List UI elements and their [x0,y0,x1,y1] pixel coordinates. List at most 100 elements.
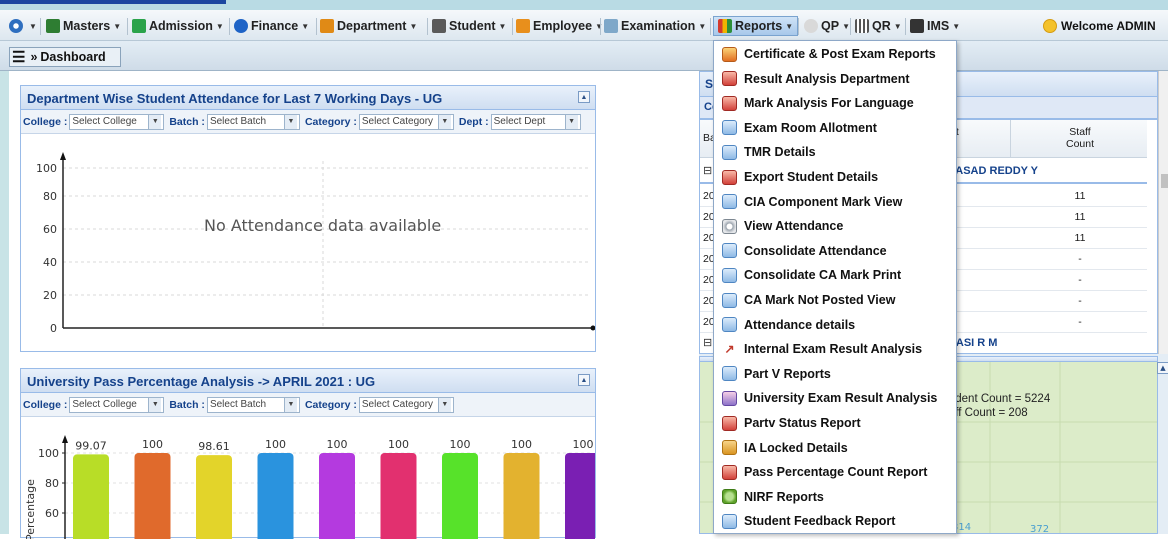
settings-menu[interactable]: ▼ [9,16,37,36]
collapse-icon[interactable]: ⊟ [703,164,712,177]
y-tick: 60 [45,507,59,520]
bar[interactable] [134,453,171,539]
row-staff-count: - [1078,274,1082,286]
bar[interactable] [257,453,294,539]
college-select[interactable]: Select College ▼ [69,396,165,413]
document-icon [722,292,737,308]
collapse-icon[interactable]: ▲ [578,91,590,103]
reports-menu-item[interactable]: Exam Room Allotment [714,116,956,140]
qr-icon [855,19,869,33]
bar[interactable] [503,453,540,539]
row-staff-count: 11 [1074,232,1086,244]
qp-icon [804,19,818,33]
menu-ims[interactable]: IMS ▼ [910,16,960,36]
menu-finance[interactable]: Finance ▼ [234,16,309,36]
bar[interactable] [319,453,355,539]
reports-menu-item[interactable]: Certificate & Post Exam Reports [714,42,956,66]
reports-menu-item[interactable]: University Exam Result Analysis [714,386,956,410]
chevron-down-icon: ▼ [498,21,507,31]
menu-employee[interactable]: Employee▼ [516,16,603,36]
bar-value-label: 99.07 [75,439,107,452]
menu-qp[interactable]: QP ▼ [804,16,850,36]
reports-menu-item-label: Pass Percentage Count Report [744,465,928,480]
reports-menu-item[interactable]: TMR Details [714,140,956,164]
pass-panel-header: University Pass Percentage Analysis -> A… [21,369,595,393]
report-red-icon [722,95,737,111]
reports-menu-item[interactable]: IA Locked Details [714,436,956,460]
bar-value-label: 100 [265,438,286,451]
reports-menu-item[interactable]: Attendance details [714,313,956,337]
reports-menu-item[interactable]: Consolidate Attendance [714,239,956,263]
scrollbar[interactable] [1158,71,1168,354]
collapse-icon[interactable]: ▲ [578,374,590,386]
finance-icon [234,19,248,33]
reports-menu-item-label: Exam Room Allotment [744,120,877,135]
reports-menu-item-label: Consolidate Attendance [744,243,887,258]
report-red-icon [722,464,737,480]
bar-value-label: 98.61 [198,440,230,453]
reports-menu-item[interactable]: Export Student Details [714,165,956,189]
welcome-user[interactable]: Welcome ADMIN [1043,16,1156,36]
collapse-icon[interactable]: ▲ [1157,362,1168,374]
reports-menu-item[interactable]: Partv Status Report [714,411,956,435]
menu-qp-label: QP [821,19,840,33]
reports-menu-item[interactable]: Result Analysis Department [714,67,956,91]
col-staff-count[interactable]: Staff Count [1060,126,1100,150]
attendance-chart: 100 80 60 40 20 0 No Attendance data ava… [36,152,595,335]
reports-menu-item-label: Result Analysis Department [744,71,910,86]
reports-menu-item[interactable]: Part V Reports [714,362,956,386]
reports-menu-item[interactable]: CA Mark Not Posted View [714,288,956,312]
menu-finance-label: Finance [251,19,299,33]
chevron-down-icon: ▼ [437,397,451,412]
y-tick: 0 [50,322,57,335]
menu-admission[interactable]: Admission ▼ [132,16,224,36]
reports-menu-item[interactable]: CIA Component Mark View [714,190,956,214]
reports-menu-item[interactable]: NIRF Reports [714,485,956,509]
pass-percentage-panel: University Pass Percentage Analysis -> A… [20,368,596,539]
reports-menu-item[interactable]: Pass Percentage Count Report [714,460,956,484]
graph-value: 372 [1030,524,1050,535]
pass-filters: College : Select College ▼ Batch : Select… [21,393,595,417]
dept-select[interactable]: Select Dept ▼ [490,113,581,130]
no-data-message: No Attendance data available [204,216,441,235]
bar-value-label: 100 [142,438,163,451]
reports-menu-item[interactable]: View Attendance [714,214,956,238]
bar[interactable] [73,454,109,539]
college-filter-label: College : [23,115,68,128]
reports-menu-item[interactable]: Mark Analysis For Language [714,91,956,115]
batch-select[interactable]: Select Batch ▼ [206,113,300,130]
col-staff-line1: Staff [1069,126,1091,138]
menu-examination-label: Examination [621,19,696,33]
menu-reports[interactable]: Reports ▼ [713,16,799,36]
category-select[interactable]: Select Category ▼ [358,113,454,130]
menu-student[interactable]: Student ▼ [432,16,506,36]
menu-department[interactable]: Department ▼ [320,16,417,36]
menu-examination[interactable]: Examination ▼ [604,16,706,36]
reports-menu-item[interactable]: ↗ Internal Exam Result Analysis [714,337,956,361]
category-select[interactable]: Select Category ▼ [358,396,454,413]
bar[interactable] [442,453,478,539]
bar[interactable] [196,455,232,539]
bar[interactable] [380,453,417,539]
chevron-down-icon: ▼ [29,21,37,31]
document-icon [722,366,737,382]
pass-percentage-chart: 60 80 100 Percentage 99.07 100 98.61 100 100 100 1… [24,435,595,539]
menu-ims-label: IMS [927,19,950,33]
reports-menu-item[interactable]: Student Feedback Report [714,509,956,533]
reports-menu-item-label: Consolidate CA Mark Print [744,268,902,283]
menu-masters[interactable]: Masters ▼ [46,16,121,36]
scroll-thumb[interactable] [1161,174,1168,188]
dept-select-value: Select Dept [493,116,546,127]
y-tick: 80 [45,477,59,490]
collapse-icon[interactable]: ⊟ [703,336,712,349]
reports-menu-item[interactable]: Consolidate CA Mark Print [714,263,956,287]
chevron-down-icon: ▼ [283,114,297,129]
dashboard-tab[interactable]: ☰ » Dashboard [9,47,121,67]
batch-select[interactable]: Select Batch ▼ [206,396,300,413]
college-select[interactable]: Select College ▼ [69,113,165,130]
chevron-down-icon: ▼ [215,21,224,31]
menu-qr[interactable]: QR ▼ [855,16,902,36]
bar[interactable] [565,453,595,539]
certificate-icon [722,46,737,62]
menu-employee-label: Employee [533,19,593,33]
